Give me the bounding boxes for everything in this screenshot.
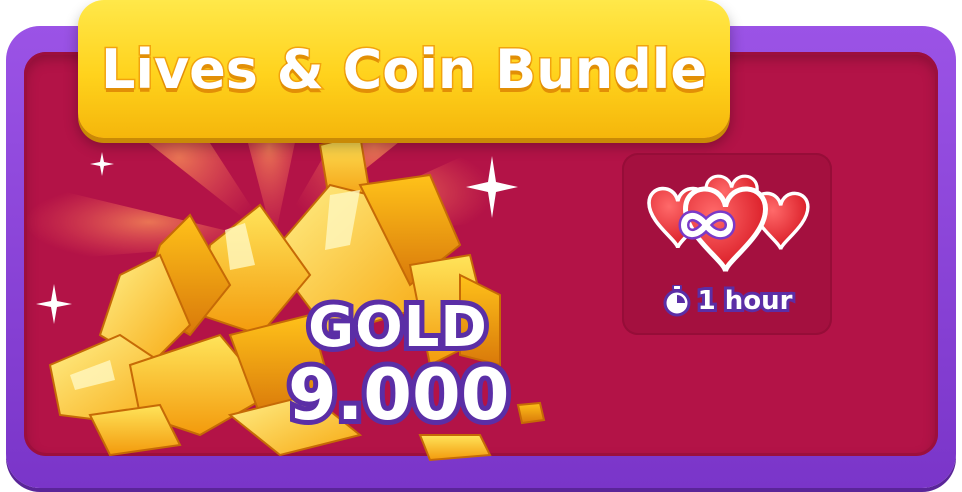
stopwatch-icon: [663, 285, 691, 317]
gold-reward: GOLD 9.000: [283, 295, 514, 436]
lives-duration: 1 hour: [622, 283, 832, 319]
lives-reward-card: 1 hour: [622, 153, 832, 335]
gold-amount: 9.000: [283, 354, 514, 436]
duration-text: 1 hour: [695, 283, 796, 319]
title-banner: Lives & Coin Bundle: [78, 0, 730, 138]
gold-label: GOLD: [303, 295, 492, 361]
bundle-title: Lives & Coin Bundle: [100, 36, 709, 102]
infinity-hearts-icon: [647, 174, 810, 273]
